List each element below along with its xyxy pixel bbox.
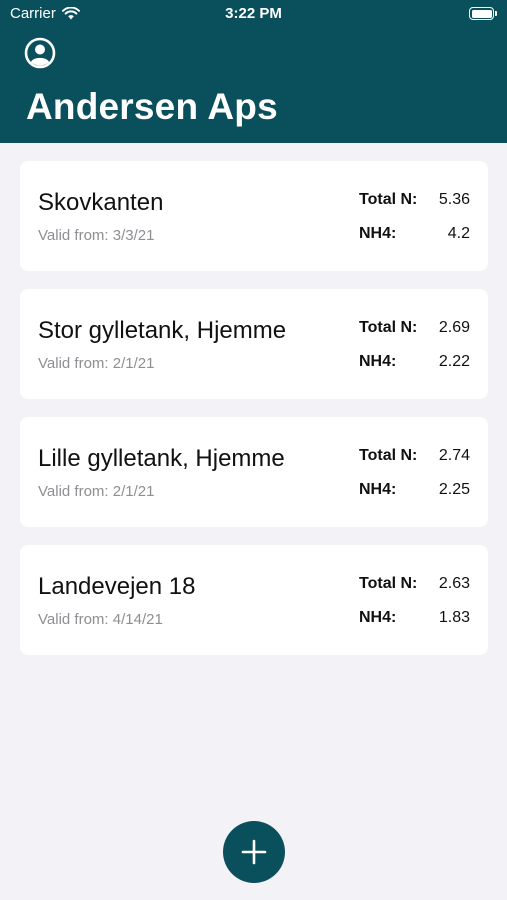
- nh4-value: 2.25: [438, 481, 470, 498]
- battery-icon: [469, 7, 497, 20]
- tank-name: Lille gylletank, Hjemme: [38, 445, 285, 472]
- valid-from-date: Valid from: 4/14/21: [38, 611, 163, 628]
- app-header: Carrier 3:22 PM Andersen Aps: [0, 0, 507, 143]
- tank-card[interactable]: Lille gylletank, Hjemme Valid from: 2/1/…: [20, 417, 488, 527]
- total-n-value: 2.69: [438, 319, 470, 336]
- tank-list: Skovkanten Valid from: 3/3/21 Total N: 5…: [20, 161, 488, 673]
- nh4-label: NH4:: [359, 609, 397, 626]
- valid-from-date: Valid from: 2/1/21: [38, 483, 155, 500]
- total-n-label: Total N:: [359, 191, 418, 208]
- total-n-value: 2.74: [438, 447, 470, 464]
- total-n-label: Total N:: [359, 319, 418, 336]
- status-time: 3:22 PM: [225, 5, 282, 22]
- add-tank-button[interactable]: [223, 821, 285, 883]
- tank-card[interactable]: Skovkanten Valid from: 3/3/21 Total N: 5…: [20, 161, 488, 271]
- total-n-label: Total N:: [359, 575, 418, 592]
- tank-card[interactable]: Landevejen 18 Valid from: 4/14/21 Total …: [20, 545, 488, 655]
- nh4-label: NH4:: [359, 225, 397, 242]
- nh4-label: NH4:: [359, 481, 397, 498]
- valid-from-date: Valid from: 3/3/21: [38, 227, 155, 244]
- tank-name: Skovkanten: [38, 189, 164, 216]
- person-circle-icon: [24, 37, 56, 69]
- nh4-value: 4.2: [447, 225, 470, 242]
- nh4-value: 1.83: [438, 609, 470, 626]
- valid-from-date: Valid from: 2/1/21: [38, 355, 155, 372]
- tank-name: Stor gylletank, Hjemme: [38, 317, 287, 344]
- page-title: Andersen Aps: [26, 86, 278, 127]
- plus-icon: [241, 839, 267, 865]
- profile-button[interactable]: [24, 37, 56, 69]
- total-n-value: 5.36: [438, 191, 470, 208]
- total-n-label: Total N:: [359, 447, 418, 464]
- nh4-value: 2.22: [438, 353, 470, 370]
- nh4-label: NH4:: [359, 353, 397, 370]
- tank-card[interactable]: Stor gylletank, Hjemme Valid from: 2/1/2…: [20, 289, 488, 399]
- status-bar: Carrier 3:22 PM: [0, 0, 507, 28]
- tank-name: Landevejen 18: [38, 573, 196, 600]
- total-n-value: 2.63: [438, 575, 470, 592]
